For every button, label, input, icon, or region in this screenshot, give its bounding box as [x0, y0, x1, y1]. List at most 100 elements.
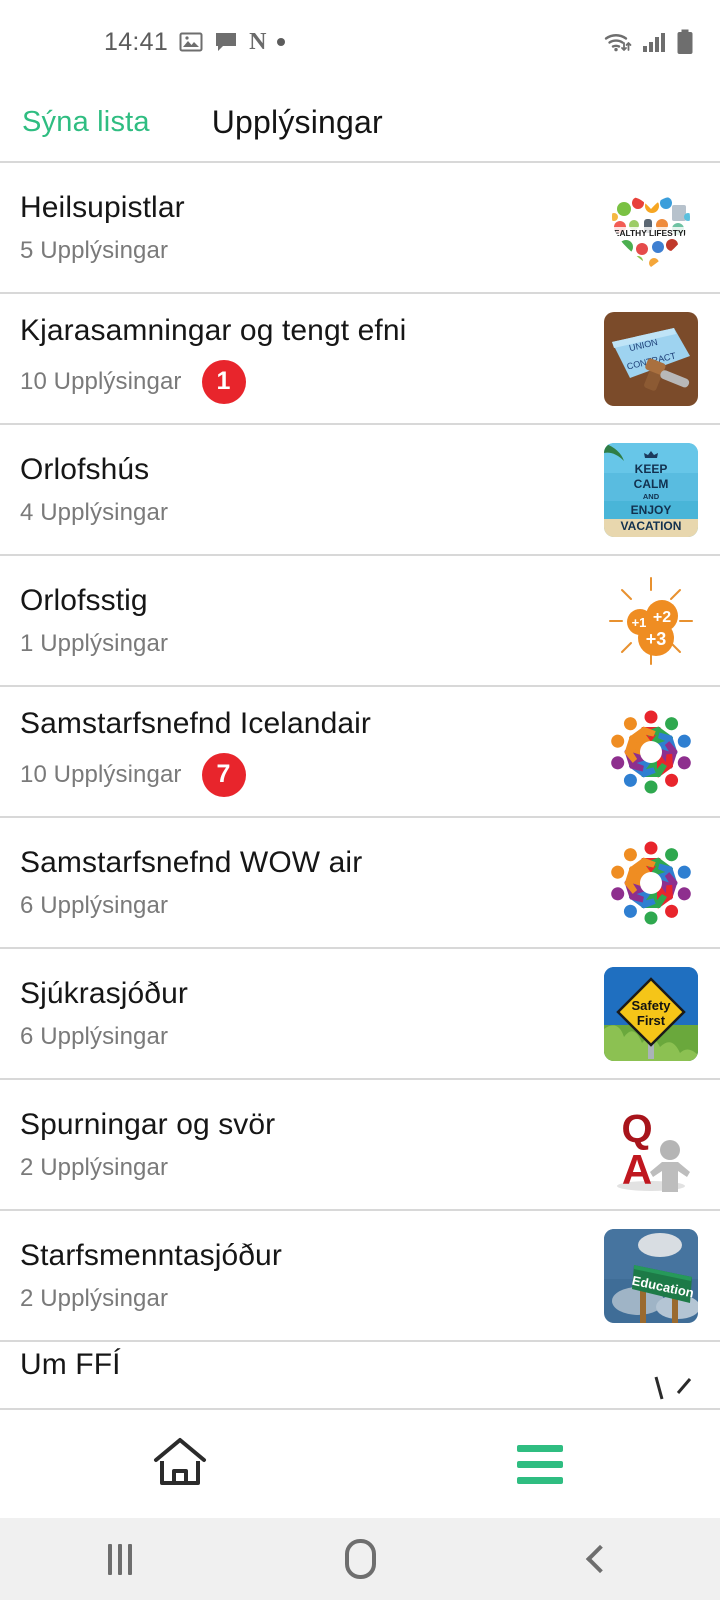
list-item-subtitle: 1 Upplýsingar	[20, 629, 169, 657]
list-item-subtitle: 6 Upplýsingar	[20, 1022, 169, 1050]
information-list[interactable]: Heilsupistlar 5 Upplýsingar HEALTHY LIFE…	[0, 163, 720, 1408]
home-button[interactable]	[240, 1539, 480, 1579]
safety-first-sign-image: Safety First	[604, 966, 698, 1061]
page-title: Upplýsingar	[211, 104, 383, 140]
people-circle-image	[604, 835, 698, 930]
status-bar-clock: 14:41	[104, 27, 169, 56]
list-item-subtitle: 6 Upplýsingar	[20, 891, 169, 919]
list-item-subline: 6 Upplýsingar	[20, 892, 590, 920]
list-item[interactable]: Heilsupistlar 5 Upplýsingar HEALTHY LIFE…	[0, 163, 720, 294]
list-item-subline: 2 Upplýsingar	[20, 1285, 590, 1313]
qa-letter-a: A	[622, 1146, 652, 1192]
dot-icon	[277, 38, 286, 46]
bottom-tab-bar	[0, 1408, 720, 1518]
safety-line1: Safety	[631, 998, 671, 1013]
list-item-subline: 5 Upplýsingar	[20, 237, 590, 265]
healthy-lifestyle-caption: HEALTHY LIFESTYLE	[608, 228, 695, 238]
partial-thumbnail-image	[604, 1348, 698, 1402]
healthy-lifestyle-heart-image: HEALTHY LIFESTYLE	[604, 181, 698, 275]
list-item-text: Starfsmenntasjóður 2 Upplýsingar	[20, 1239, 590, 1313]
status-badge: 1	[201, 359, 246, 404]
phone-screen: 14:41 N Sýna lista Upplýsingar Heilsupis…	[0, 0, 720, 1600]
list-item[interactable]: Samstarfsnefnd Icelandair 10 Upplýsingar…	[0, 687, 720, 818]
status-bar-left: 14:41 N	[104, 27, 286, 57]
list-item-subline: 10 Upplýsingar 1	[20, 359, 590, 404]
list-item-text: Orlofshús 4 Upplýsingar	[20, 453, 590, 527]
list-item-subline: 10 Upplýsingar 7	[20, 752, 590, 797]
list-item-subtitle: 10 Upplýsingar	[20, 367, 182, 395]
keepcalm-line3: AND	[643, 492, 660, 501]
list-item[interactable]: Orlofsstig 1 Upplýsingar +1 +2 +3	[0, 556, 720, 687]
hamburger-menu-icon	[517, 1444, 563, 1484]
list-item-title: Samstarfsnefnd WOW air	[20, 845, 363, 879]
status-badge: 7	[201, 752, 246, 797]
app-bar: Sýna lista Upplýsingar	[0, 84, 720, 163]
list-item-title: Orlofshús	[20, 452, 150, 486]
wifi-icon	[603, 30, 633, 54]
list-item-text: Spurningar og svör 2 Upplýsingar	[20, 1108, 590, 1182]
list-item-text: Heilsupistlar 5 Upplýsingar	[20, 191, 590, 265]
list-item-title: Spurningar og svör	[20, 1107, 276, 1141]
list-item-text: Orlofsstig 1 Upplýsingar	[20, 584, 590, 658]
keepcalm-line2: CALM	[634, 477, 669, 491]
signal-icon	[642, 30, 667, 54]
qa-letter-q: Q	[621, 1107, 652, 1151]
plus-points-sunburst-image: +1 +2 +3	[604, 573, 698, 668]
list-item-subline: 6 Upplýsingar	[20, 1023, 590, 1051]
points-plus-one: +1	[632, 615, 647, 630]
list-item[interactable]: Kjarasamningar og tengt efni 10 Upplýsin…	[0, 294, 720, 425]
union-contract-gavel-image: UNION CONTRACT	[604, 311, 698, 406]
photo-icon	[179, 30, 203, 54]
list-item[interactable]: Orlofshús 4 Upplýsingar KEEP CALM AND EN…	[0, 425, 720, 556]
list-item-title: Samstarfsnefnd Icelandair	[20, 706, 372, 740]
list-item-subtitle: 4 Upplýsingar	[20, 498, 169, 526]
menu-tab[interactable]	[360, 1444, 720, 1484]
education-road-sign-image: Education	[604, 1228, 698, 1323]
list-item-text: Kjarasamningar og tengt efni 10 Upplýsin…	[20, 314, 590, 404]
list-item-title: Kjarasamningar og tengt efni	[20, 313, 407, 347]
keepcalm-line5: VACATION	[621, 519, 682, 533]
list-item-text: Samstarfsnefnd Icelandair 10 Upplýsingar…	[20, 707, 590, 797]
status-bar: 14:41 N	[0, 0, 720, 84]
show-list-button[interactable]: Sýna lista	[22, 106, 150, 139]
list-item[interactable]: Um FFÍ	[0, 1342, 720, 1402]
keepcalm-line1: KEEP	[635, 462, 668, 476]
back-chevron-icon	[585, 1544, 615, 1574]
status-bar-right	[603, 29, 694, 55]
list-item-subtitle: 2 Upplýsingar	[20, 1153, 169, 1181]
list-item-subtitle: 5 Upplýsingar	[20, 236, 169, 264]
keep-calm-enjoy-vacation-image: KEEP CALM AND ENJOY VACATION	[604, 442, 698, 537]
list-item[interactable]: Samstarfsnefnd WOW air 6 Upplýsingar	[0, 818, 720, 949]
list-item-subline: 1 Upplýsingar	[20, 630, 590, 658]
home-tab[interactable]	[0, 1436, 360, 1493]
netflix-icon: N	[249, 29, 267, 55]
list-item-title: Orlofsstig	[20, 583, 148, 617]
home-icon	[152, 1436, 208, 1493]
list-item-subline: 4 Upplýsingar	[20, 499, 590, 527]
list-item-title: Sjúkrasjóður	[20, 976, 188, 1010]
safety-line2: First	[637, 1013, 666, 1028]
list-item-text: Samstarfsnefnd WOW air 6 Upplýsingar	[20, 846, 590, 920]
list-item[interactable]: Starfsmenntasjóður 2 Upplýsingar Educati…	[0, 1211, 720, 1342]
list-item-text: Um FFÍ	[20, 1348, 590, 1382]
list-item-subtitle: 10 Upplýsingar	[20, 760, 182, 788]
back-button[interactable]	[480, 1544, 720, 1574]
recents-button[interactable]	[0, 1543, 240, 1575]
people-circle-image	[604, 704, 698, 799]
list-item-title: Um FFÍ	[20, 1348, 121, 1381]
list-item-subline: 2 Upplýsingar	[20, 1154, 590, 1182]
q-and-a-figure-image: Q A	[604, 1097, 698, 1192]
list-item[interactable]: Sjúkrasjóður 6 Upplýsingar Safety First	[0, 949, 720, 1080]
android-home-icon	[344, 1539, 376, 1579]
list-item-title: Heilsupistlar	[20, 190, 185, 224]
chat-bubble-icon	[214, 30, 238, 54]
keepcalm-line4: ENJOY	[631, 503, 672, 517]
list-item-text: Sjúkrasjóður 6 Upplýsingar	[20, 977, 590, 1051]
list-item-subtitle: 2 Upplýsingar	[20, 1284, 169, 1312]
points-plus-three: +3	[646, 629, 667, 649]
android-navigation-bar	[0, 1518, 720, 1600]
list-item[interactable]: Spurningar og svör 2 Upplýsingar Q A	[0, 1080, 720, 1211]
list-item-title: Starfsmenntasjóður	[20, 1238, 282, 1272]
battery-icon	[676, 29, 694, 55]
recents-icon	[108, 1543, 132, 1575]
